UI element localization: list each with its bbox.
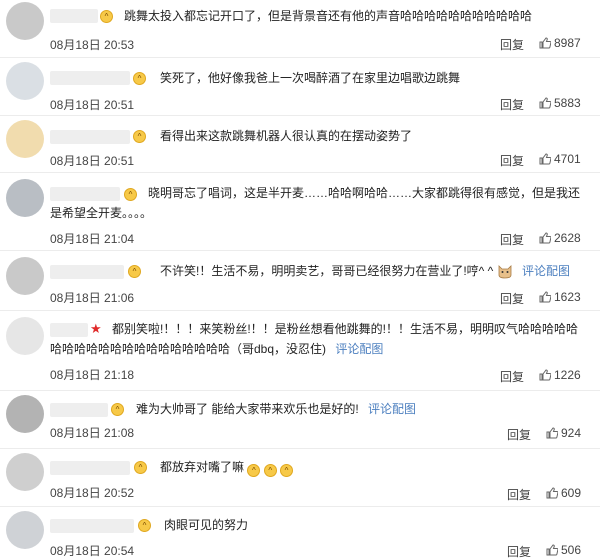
avatar[interactable] — [6, 257, 44, 295]
username[interactable] — [50, 130, 130, 144]
thumbs-up-icon — [546, 427, 558, 439]
thumbs-up-icon — [539, 291, 551, 303]
comment-item: ^ 看得出来这款跳舞机器人很认真的在摆动姿势了 08月18日 20:51 回复 … — [0, 116, 600, 173]
avatar[interactable] — [6, 453, 44, 491]
comment-text: 笑死了，他好像我爸上一次喝醉酒了在家里边唱歌边跳舞 — [160, 71, 461, 85]
timestamp: 08月18日 20:53 — [50, 38, 135, 52]
avatar[interactable] — [6, 395, 44, 433]
like-count: 8987 — [554, 36, 581, 50]
timestamp: 08月18日 21:08 — [50, 426, 135, 440]
username[interactable] — [50, 9, 98, 23]
vip-badge-icon: ^ — [133, 130, 146, 143]
timestamp: 08月18日 20:51 — [50, 154, 135, 168]
comment-item: ^ 肉眼可见的努力 08月18日 20:54 回复 506 — [0, 507, 600, 560]
like-button[interactable]: 924 — [546, 426, 581, 440]
comment-body: 都别笑啦!！！！来笑粉丝!！！是粉丝想看他跳舞的!！！生活不易，明明叹气哈哈哈哈… — [50, 322, 579, 356]
like-count: 1623 — [554, 290, 581, 304]
timestamp: 08月18日 21:18 — [50, 368, 135, 382]
reply-button[interactable]: 回复 — [507, 543, 531, 560]
comment-image-link[interactable]: 评论配图 — [335, 342, 383, 356]
comment-body: 难为大帅哥了 能给大家带来欢乐也是好的! — [136, 402, 359, 416]
comment-text: 晓明哥忘了唱词，这是半开麦……哈哈啊哈哈……大家都跳得很有感觉，但是我还是希望全… — [50, 186, 581, 220]
reply-button[interactable]: 回复 — [500, 290, 524, 307]
like-count: 4701 — [554, 152, 581, 166]
comment-text: 看得出来这款跳舞机器人很认真的在摆动姿势了 — [160, 129, 413, 143]
timestamp: 08月18日 20:52 — [50, 486, 135, 500]
avatar[interactable] — [6, 511, 44, 549]
vip-badge-icon: ^ — [128, 265, 141, 278]
timestamp: 08月18日 21:04 — [50, 232, 135, 246]
username[interactable] — [50, 519, 134, 533]
timestamp: 08月18日 20:54 — [50, 544, 135, 558]
vip-badge-icon: ^ — [100, 10, 113, 23]
thumbs-up-icon — [539, 37, 551, 49]
reply-button[interactable]: 回复 — [500, 231, 524, 248]
avatar[interactable] — [6, 2, 44, 40]
reply-button[interactable]: 回复 — [500, 152, 524, 169]
like-button[interactable]: 506 — [546, 543, 581, 557]
laughing-emoji-icon: ^ — [263, 464, 277, 477]
like-count: 1226 — [554, 368, 581, 382]
thumbs-up-icon — [539, 153, 551, 165]
like-count: 2628 — [554, 231, 581, 245]
thumbs-up-icon — [539, 369, 551, 381]
like-button[interactable]: 609 — [546, 486, 581, 500]
username[interactable] — [50, 265, 124, 279]
reply-button[interactable]: 回复 — [507, 426, 531, 443]
comment-text: 不许笑!！生活不易，明明卖艺，哥哥已经很努力在营业了!哼^ ^ 评论配图 — [160, 261, 590, 281]
comment-text: 都别笑啦!！！！来笑粉丝!！！是粉丝想看他跳舞的!！！生活不易，明明叹气哈哈哈哈… — [50, 319, 588, 359]
thumbs-up-icon — [546, 544, 558, 556]
comment-body: 都放弃对嘴了嘛 — [160, 460, 245, 474]
reply-button[interactable]: 回复 — [507, 486, 531, 503]
username[interactable] — [50, 403, 108, 417]
comment-item: ^ 笑死了，他好像我爸上一次喝醉酒了在家里边唱歌边跳舞 08月18日 20:51… — [0, 58, 600, 116]
reply-button[interactable]: 回复 — [500, 96, 524, 113]
username[interactable] — [50, 461, 130, 475]
comment-text: 跳舞太投入都忘记开口了，但是背景音还有他的声音哈哈哈哈哈哈哈哈哈哈哈 — [124, 9, 533, 23]
avatar[interactable] — [6, 120, 44, 158]
username[interactable] — [50, 71, 130, 85]
comment-image-link[interactable]: 评论配图 — [522, 264, 570, 278]
comment-text: 都放弃对嘴了嘛 ^ ^ ^ — [160, 457, 590, 477]
avatar[interactable] — [6, 317, 44, 355]
comment-body: 不许笑!！生活不易，明明卖艺，哥哥已经很努力在营业了!哼^ ^ — [160, 264, 494, 278]
cat-sticker-icon — [498, 265, 512, 279]
vip-badge-icon: ^ — [133, 72, 146, 85]
like-button[interactable]: 5883 — [539, 96, 581, 110]
comment-item: ^ 难为大帅哥了 能给大家带来欢乐也是好的! 评论配图 08月18日 21:08… — [0, 391, 600, 449]
comment-item: ^ 跳舞太投入都忘记开口了，但是背景音还有他的声音哈哈哈哈哈哈哈哈哈哈哈 08月… — [0, 0, 600, 58]
like-button[interactable]: 2628 — [539, 231, 581, 245]
comment-item: ^ 都放弃对嘴了嘛 ^ ^ ^ 08月18日 20:52 回复 609 — [0, 449, 600, 507]
vip-badge-icon: ^ — [138, 519, 151, 532]
like-button[interactable]: 1226 — [539, 368, 581, 382]
like-count: 506 — [561, 543, 582, 557]
vip-badge-icon: ^ — [111, 403, 124, 416]
timestamp: 08月18日 21:06 — [50, 291, 135, 305]
like-button[interactable]: 8987 — [539, 36, 581, 50]
like-count: 924 — [561, 426, 582, 440]
like-count: 609 — [561, 486, 582, 500]
comment-image-link[interactable]: 评论配图 — [368, 402, 416, 416]
thumbs-up-icon — [539, 97, 551, 109]
thumbs-up-icon — [546, 487, 558, 499]
laughing-emoji-icon: ^ — [247, 464, 261, 477]
comment-text: 肉眼可见的努力 — [164, 518, 249, 532]
comment-item: ^ 晓明哥忘了唱词，这是半开麦……哈哈啊哈哈……大家都跳得很有感觉，但是我还是希… — [0, 173, 600, 251]
like-button[interactable]: 1623 — [539, 290, 581, 304]
comment-item: ★ 都别笑啦!！！！来笑粉丝!！！是粉丝想看他跳舞的!！！生活不易，明明叹气哈哈… — [0, 311, 600, 391]
comment-list: ^ 跳舞太投入都忘记开口了，但是背景音还有他的声音哈哈哈哈哈哈哈哈哈哈哈 08月… — [0, 0, 600, 560]
thumbs-up-icon — [539, 232, 551, 244]
comment-text: 难为大帅哥了 能给大家带来欢乐也是好的! 评论配图 — [136, 399, 590, 419]
reply-button[interactable]: 回复 — [500, 36, 524, 53]
avatar[interactable] — [6, 62, 44, 100]
avatar[interactable] — [6, 179, 44, 217]
like-count: 5883 — [554, 96, 581, 110]
comment-item: ^ 不许笑!！生活不易，明明卖艺，哥哥已经很努力在营业了!哼^ ^ 评论配图 0… — [0, 251, 600, 311]
like-button[interactable]: 4701 — [539, 152, 581, 166]
timestamp: 08月18日 20:51 — [50, 98, 135, 112]
laughing-emoji-icon: ^ — [280, 464, 294, 477]
vip-badge-icon: ^ — [134, 461, 147, 474]
reply-button[interactable]: 回复 — [500, 368, 524, 385]
